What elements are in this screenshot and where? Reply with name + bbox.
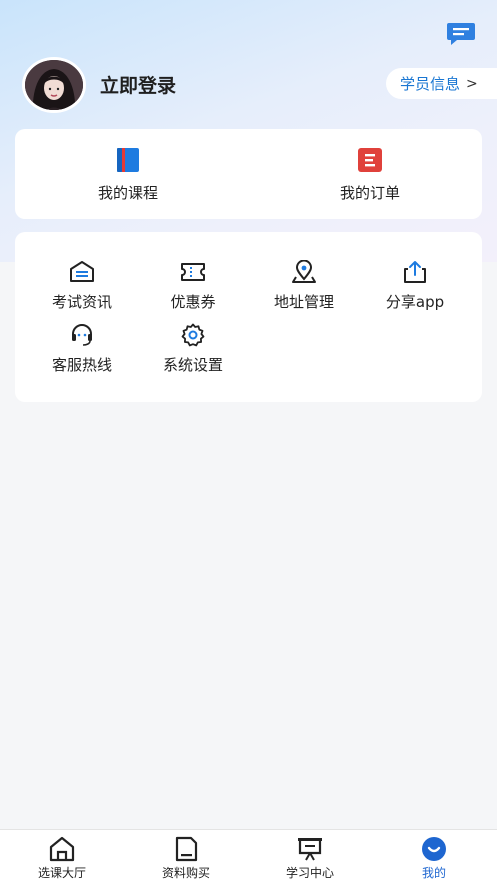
- student-info-label: 学员信息: [400, 75, 461, 93]
- bottom-tab-bar: 选课大厅 资料购买 学习中心 我的: [0, 829, 497, 884]
- system-settings-label: 系统设置: [162, 356, 223, 374]
- customer-service-button[interactable]: 客服热线: [27, 323, 137, 375]
- book-icon: [115, 147, 141, 173]
- avatar[interactable]: [22, 57, 86, 113]
- my-courses-button[interactable]: 我的课程: [48, 129, 208, 203]
- tab-course-hall-label: 选课大厅: [37, 866, 86, 880]
- login-link[interactable]: 立即登录: [100, 71, 176, 98]
- presentation-icon: [296, 836, 324, 862]
- share-app-button[interactable]: 分享app: [360, 260, 470, 312]
- tab-mine[interactable]: 我的: [389, 836, 479, 881]
- tab-material-purchase[interactable]: 资料购买: [141, 836, 231, 881]
- share-icon: [402, 260, 428, 284]
- chevron-right-icon: >: [466, 75, 478, 92]
- exam-news-label: 考试资讯: [51, 293, 112, 311]
- settings-icon: [180, 323, 206, 347]
- tab-study-center-label: 学习中心: [285, 866, 334, 880]
- my-orders-button[interactable]: 我的订单: [290, 129, 450, 203]
- coupon-button[interactable]: 优惠券: [138, 260, 248, 312]
- location-icon: [291, 259, 317, 284]
- tab-material-purchase-label: 资料购买: [161, 866, 210, 880]
- message-icon[interactable]: [446, 22, 476, 46]
- share-app-label: 分享app: [385, 293, 445, 311]
- headset-icon: [69, 323, 95, 347]
- order-icon: [357, 147, 383, 173]
- services-card: 考试资讯 优惠券 地址管理 分享app 客服热线 系统设置: [15, 232, 482, 402]
- document-icon: [172, 836, 200, 862]
- home-icon: [48, 836, 76, 862]
- exam-news-button[interactable]: 考试资讯: [27, 260, 137, 312]
- quick-access-card: 我的课程 我的订单: [15, 129, 482, 219]
- address-management-button[interactable]: 地址管理: [249, 259, 359, 312]
- coupon-label: 优惠券: [170, 293, 216, 311]
- system-settings-button[interactable]: 系统设置: [138, 323, 248, 375]
- address-management-label: 地址管理: [273, 293, 334, 311]
- customer-service-label: 客服热线: [51, 356, 112, 374]
- profile-icon: [420, 836, 448, 862]
- tab-course-hall[interactable]: 选课大厅: [17, 836, 107, 881]
- my-courses-label: 我的课程: [97, 184, 158, 202]
- student-info-button[interactable]: 学员信息 >: [386, 68, 497, 99]
- coupon-icon: [180, 260, 206, 284]
- my-orders-label: 我的订单: [339, 184, 400, 202]
- tab-study-center[interactable]: 学习中心: [265, 836, 355, 881]
- tab-mine-label: 我的: [421, 866, 446, 880]
- exam-news-icon: [69, 260, 95, 284]
